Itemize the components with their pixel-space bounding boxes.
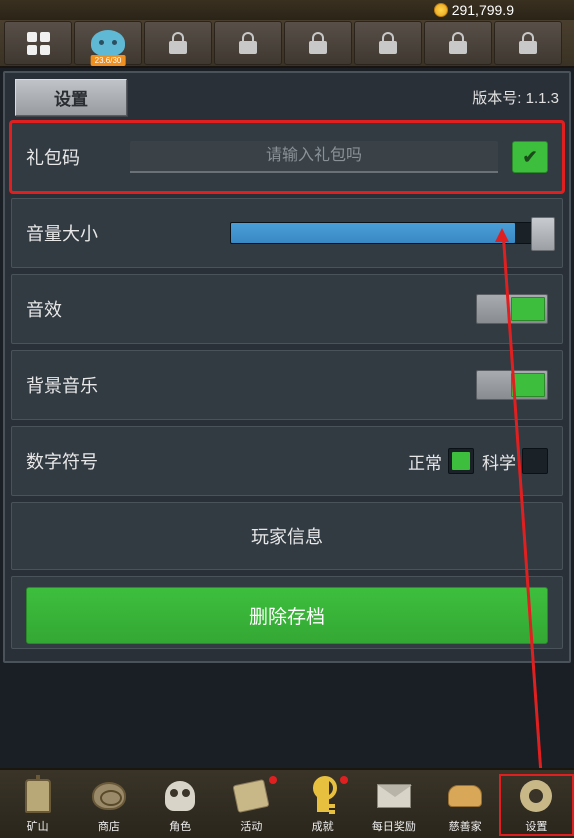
version-text: 版本号: 1.1.3 bbox=[472, 87, 559, 108]
bread-icon bbox=[445, 776, 485, 816]
radio-unchecked-icon bbox=[522, 448, 548, 474]
nav-shop[interactable]: 商店 bbox=[73, 776, 144, 834]
lock-icon bbox=[519, 32, 537, 54]
nav-daily[interactable]: 每日奖励 bbox=[358, 776, 429, 834]
nav-philanthropist[interactable]: 慈善家 bbox=[430, 776, 501, 834]
character-tab-bar: 23.6/30 bbox=[0, 20, 574, 68]
radio-checked-icon bbox=[448, 448, 474, 474]
volume-slider[interactable] bbox=[230, 222, 548, 244]
slime-icon bbox=[91, 30, 125, 56]
lock-icon bbox=[449, 32, 467, 54]
grid-icon bbox=[27, 32, 50, 55]
nav-label: 慈善家 bbox=[449, 818, 482, 834]
toggle-knob bbox=[511, 373, 545, 397]
bottom-nav: 矿山 商店 角色 活动 成就 每日奖励 慈善家 设置 bbox=[0, 768, 574, 838]
nav-label: 活动 bbox=[240, 818, 262, 834]
slime-badge: 23.6/30 bbox=[91, 55, 126, 66]
nav-label: 成就 bbox=[312, 818, 334, 834]
notation-sci-label: 科学 bbox=[482, 449, 516, 474]
gift-code-label: 礼包码 bbox=[26, 144, 116, 170]
lock-icon bbox=[239, 32, 257, 54]
volume-label: 音量大小 bbox=[26, 220, 116, 246]
lock-icon bbox=[309, 32, 327, 54]
notation-label: 数字符号 bbox=[26, 448, 116, 474]
nav-label: 角色 bbox=[169, 818, 191, 834]
panel-header: 设置 版本号: 1.1.3 bbox=[5, 73, 569, 122]
nav-label: 矿山 bbox=[27, 818, 49, 834]
tab-locked-6[interactable] bbox=[494, 21, 562, 65]
nav-settings[interactable]: 设置 bbox=[501, 776, 572, 834]
sfx-label: 音效 bbox=[26, 296, 116, 322]
skull-icon bbox=[160, 776, 200, 816]
sfx-toggle[interactable] bbox=[476, 294, 548, 324]
delete-save-label: 删除存档 bbox=[249, 607, 325, 628]
nav-label: 每日奖励 bbox=[372, 818, 416, 834]
scroll-icon bbox=[231, 776, 271, 816]
top-currency-bar: 291,799.9 bbox=[0, 0, 574, 20]
coin-icon bbox=[434, 3, 448, 17]
toggle-knob bbox=[511, 297, 545, 321]
nav-events[interactable]: 活动 bbox=[216, 776, 287, 834]
page-title: 设置 bbox=[15, 79, 127, 116]
delete-save-row: 删除存档 bbox=[11, 576, 563, 649]
notation-options: 正常 科学 bbox=[408, 448, 548, 474]
delete-save-button[interactable]: 删除存档 bbox=[26, 587, 548, 644]
lock-icon bbox=[379, 32, 397, 54]
tab-slime[interactable]: 23.6/30 bbox=[74, 21, 142, 65]
tab-locked-2[interactable] bbox=[214, 21, 282, 65]
sfx-row: 音效 bbox=[11, 274, 563, 344]
nav-label: 商店 bbox=[98, 818, 120, 834]
key-icon bbox=[303, 776, 343, 816]
nav-label: 设置 bbox=[525, 818, 547, 834]
bgm-row: 背景音乐 bbox=[11, 350, 563, 420]
notation-scientific[interactable]: 科学 bbox=[482, 448, 548, 474]
tab-grid-button[interactable] bbox=[4, 21, 72, 65]
envelope-icon bbox=[374, 776, 414, 816]
notification-dot bbox=[340, 776, 348, 784]
currency-value: 291,799.9 bbox=[452, 2, 514, 18]
check-icon: ✔ bbox=[522, 147, 537, 168]
nav-achievements[interactable]: 成就 bbox=[287, 776, 358, 834]
tab-locked-4[interactable] bbox=[354, 21, 422, 65]
volume-handle[interactable] bbox=[531, 217, 555, 251]
player-info-label: 玩家信息 bbox=[251, 527, 323, 547]
gift-code-confirm-button[interactable]: ✔ bbox=[512, 141, 548, 173]
tab-locked-5[interactable] bbox=[424, 21, 492, 65]
volume-row: 音量大小 bbox=[11, 198, 563, 268]
gift-code-input[interactable] bbox=[130, 141, 498, 173]
notation-row: 数字符号 正常 科学 bbox=[11, 426, 563, 496]
nav-mine[interactable]: 矿山 bbox=[2, 776, 73, 834]
bgm-label: 背景音乐 bbox=[26, 372, 116, 398]
fossil-icon bbox=[89, 776, 129, 816]
notification-dot bbox=[269, 776, 277, 784]
nav-character[interactable]: 角色 bbox=[145, 776, 216, 834]
gear-icon bbox=[516, 776, 556, 816]
volume-fill bbox=[231, 223, 515, 243]
notation-normal[interactable]: 正常 bbox=[408, 448, 474, 474]
gift-code-row: 礼包码 ✔ bbox=[11, 122, 563, 192]
lantern-icon bbox=[18, 776, 58, 816]
tab-locked-1[interactable] bbox=[144, 21, 212, 65]
tab-locked-3[interactable] bbox=[284, 21, 352, 65]
lock-icon bbox=[169, 32, 187, 54]
notation-normal-label: 正常 bbox=[408, 449, 442, 474]
bgm-toggle[interactable] bbox=[476, 370, 548, 400]
settings-panel: 设置 版本号: 1.1.3 礼包码 ✔ 音量大小 音效 背景音乐 数字 bbox=[3, 71, 571, 663]
player-info-button[interactable]: 玩家信息 bbox=[11, 502, 563, 570]
